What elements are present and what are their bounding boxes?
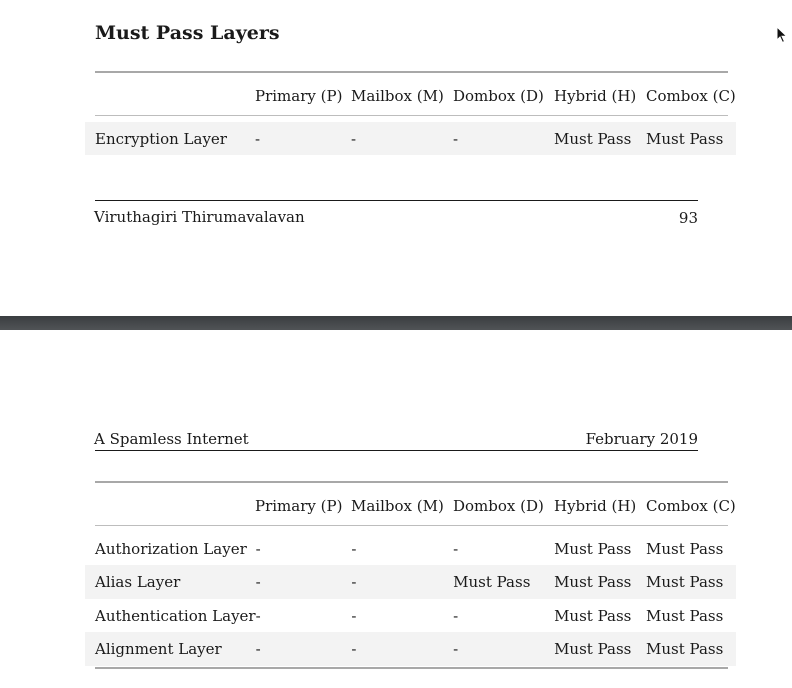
- table-cell: Must Pass: [646, 539, 724, 558]
- page-93: Must Pass Layers Primary (P) Mailbox (M)…: [0, 0, 792, 316]
- table-cell: -: [255, 129, 261, 148]
- table-cell: -: [255, 606, 261, 625]
- table-header-row: Primary (P) Mailbox (M) Dombox (D) Hybri…: [95, 74, 736, 118]
- footer-author: Viruthagiri Thirumavalavan: [94, 208, 305, 226]
- layers-table-header: Primary (P) Mailbox (M) Dombox (D) Hybri…: [95, 484, 736, 528]
- table-cell: -: [351, 573, 357, 591]
- column-header: Combox (C): [646, 87, 736, 105]
- must-pass-table-body: Encryption Layer - - - Must Pass Must Pa…: [95, 122, 736, 155]
- mouse-pointer-icon: [776, 26, 788, 44]
- table-cell: -: [453, 539, 459, 558]
- column-header: Hybrid (H): [554, 497, 637, 515]
- table-cell: -: [351, 539, 357, 558]
- table-row: Authentication Layer - - - Must Pass Mus…: [95, 599, 736, 632]
- table-bottom-rule: [95, 667, 728, 669]
- table-row: Encryption Layer - - - Must Pass Must Pa…: [95, 122, 736, 155]
- table-cell: -: [255, 573, 261, 591]
- column-header: Mailbox (M): [351, 497, 444, 515]
- column-header: [95, 484, 255, 528]
- column-header: [95, 74, 255, 118]
- layers-table-body: Authorization Layer - - - Must Pass Must…: [95, 532, 736, 666]
- table-cell: Must Pass: [554, 606, 632, 625]
- table-cell: Must Pass: [554, 129, 632, 148]
- table-cell: Authorization Layer: [95, 539, 247, 558]
- page-94: A Spamless Internet February 2019 Primar…: [0, 330, 792, 688]
- table-cell: Must Pass: [646, 606, 724, 625]
- table-cell: -: [453, 129, 459, 148]
- table-cell: -: [255, 640, 261, 658]
- table-cell: -: [351, 606, 357, 625]
- table-top-rule: [95, 481, 728, 483]
- table-cell: Must Pass: [554, 539, 632, 558]
- column-header: Primary (P): [255, 87, 343, 105]
- table-top-rule: [95, 71, 728, 73]
- table-cell: Alias Layer: [95, 573, 181, 591]
- table-cell: Must Pass: [453, 573, 531, 591]
- table-cell: Must Pass: [646, 573, 724, 591]
- table-cell: Alignment Layer: [95, 640, 222, 658]
- running-header-title: A Spamless Internet: [94, 430, 249, 448]
- column-header: Primary (P): [255, 497, 343, 515]
- table-cell: Must Pass: [554, 573, 632, 591]
- table-cell: Must Pass: [646, 129, 724, 148]
- table-cell: -: [453, 640, 459, 658]
- must-pass-table: Primary (P) Mailbox (M) Dombox (D) Hybri…: [95, 74, 736, 118]
- page-separator: [0, 316, 792, 330]
- table-cell: -: [255, 539, 261, 558]
- table-cell: Must Pass: [646, 640, 724, 658]
- table-header-row: Primary (P) Mailbox (M) Dombox (D) Hybri…: [95, 484, 736, 528]
- table-row: Authorization Layer - - - Must Pass Must…: [95, 532, 736, 565]
- column-header: Dombox (D): [453, 87, 544, 105]
- table-cell: Encryption Layer: [95, 129, 227, 148]
- column-header: Hybrid (H): [554, 87, 637, 105]
- document-viewer[interactable]: Must Pass Layers Primary (P) Mailbox (M)…: [0, 0, 792, 688]
- footer-rule: [95, 200, 698, 201]
- table-row: Alias Layer - - Must Pass Must Pass Must…: [95, 565, 736, 599]
- column-header: Dombox (D): [453, 497, 544, 515]
- table-row: Alignment Layer - - - Must Pass Must Pas…: [95, 632, 736, 666]
- table-cell: Authentication Layer: [95, 606, 256, 625]
- column-header: Mailbox (M): [351, 87, 444, 105]
- table-cell: -: [351, 129, 357, 148]
- header-rule: [95, 450, 698, 451]
- column-header: Combox (C): [646, 497, 736, 515]
- table-cell: -: [351, 640, 357, 658]
- section-title: Must Pass Layers: [95, 22, 280, 44]
- footer-page-number: 93: [678, 209, 698, 227]
- table-cell: -: [453, 606, 459, 625]
- running-header-date: February 2019: [585, 430, 698, 448]
- table-cell: Must Pass: [554, 640, 632, 658]
